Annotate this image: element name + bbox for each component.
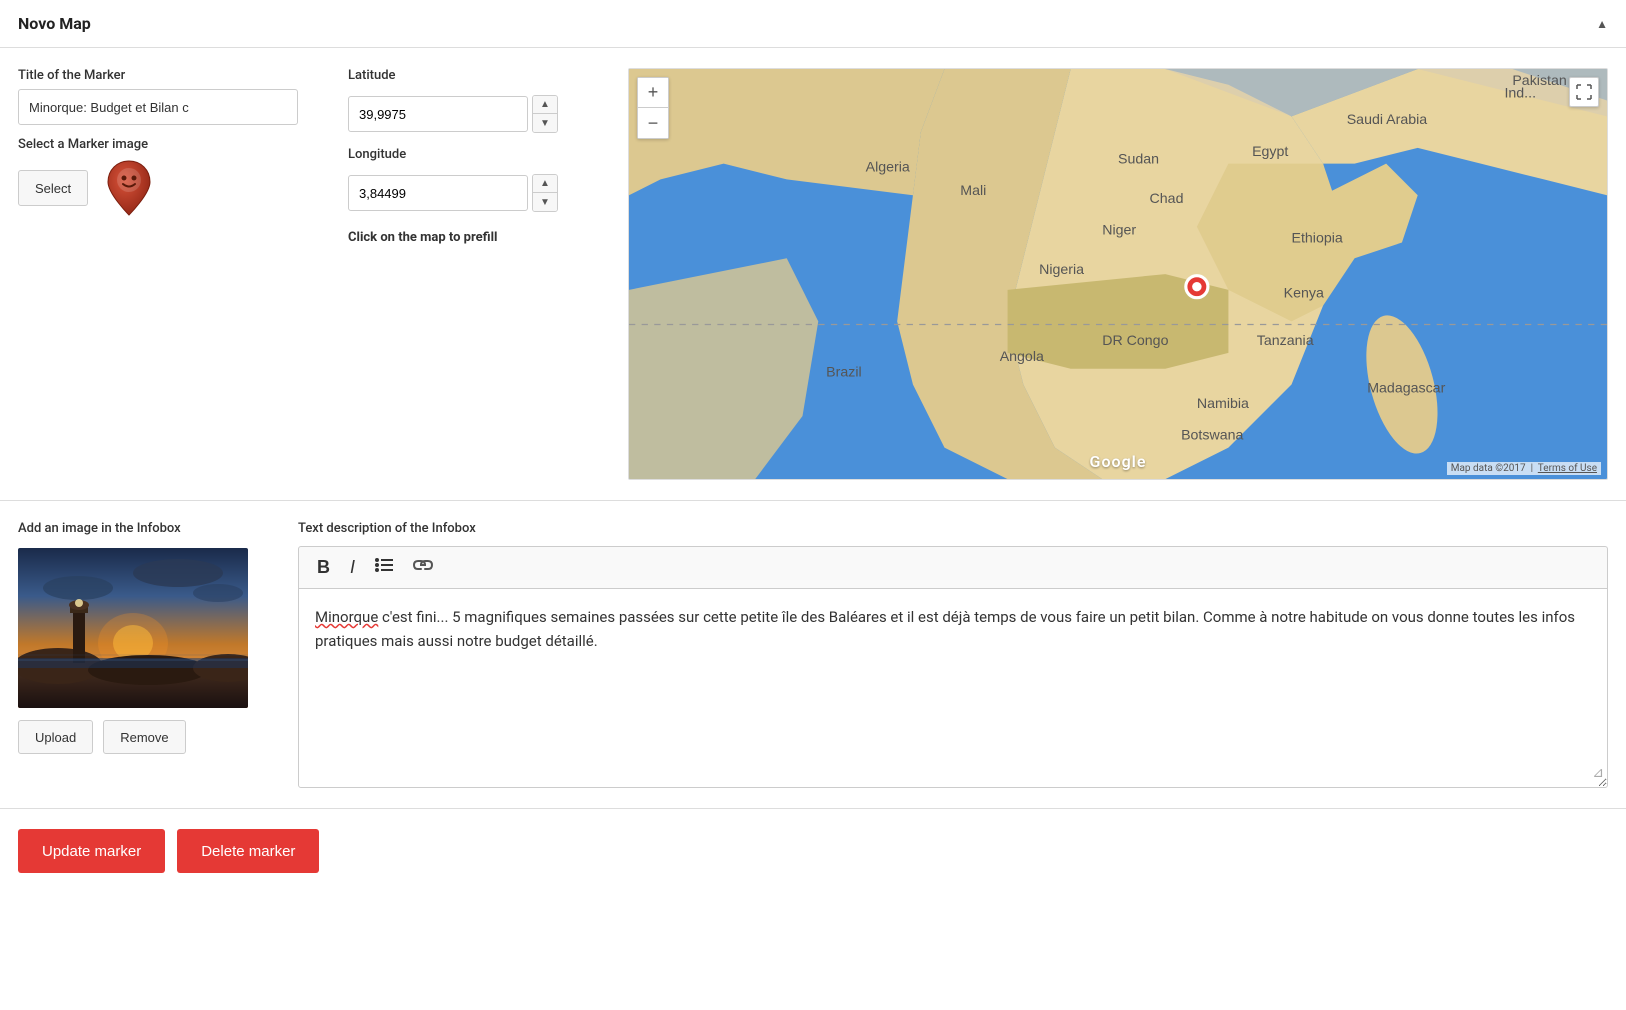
svg-text:Saudi Arabia: Saudi Arabia: [1347, 112, 1428, 128]
infobox-text-label: Text description of the Infobox: [298, 521, 1608, 536]
svg-text:DR Congo: DR Congo: [1102, 333, 1168, 349]
select-marker-image-label: Select a Marker image: [18, 137, 318, 152]
marker-pin-preview: [104, 158, 154, 218]
svg-text:Algeria: Algeria: [866, 160, 910, 176]
infobox-image-preview: [18, 548, 248, 708]
longitude-spinner: ▲ ▼: [532, 174, 558, 212]
select-marker-image-button[interactable]: Select: [18, 170, 88, 206]
infobox-text-column: Text description of the Infobox B I: [298, 521, 1608, 788]
latitude-input[interactable]: [348, 96, 528, 132]
link-button[interactable]: [407, 555, 439, 580]
marker-pin-svg: [106, 159, 152, 217]
latitude-up-button[interactable]: ▲: [533, 96, 557, 114]
update-marker-button[interactable]: Update marker: [18, 829, 165, 873]
panel-title: Novo Map: [18, 14, 91, 33]
longitude-label: Longitude: [348, 147, 598, 162]
infobox-image-label: Add an image in the Infobox: [18, 521, 268, 536]
svg-text:Brazil: Brazil: [826, 365, 861, 381]
svg-text:Kenya: Kenya: [1284, 286, 1324, 302]
actions-section: Update marker Delete marker: [0, 809, 1626, 893]
map-fullscreen-button[interactable]: [1569, 77, 1599, 107]
title-input[interactable]: [18, 89, 298, 125]
latitude-group: Latitude ▲ ▼: [348, 68, 598, 133]
editor-toolbar: B I: [298, 546, 1608, 588]
svg-text:Ethiopia: Ethiopia: [1292, 231, 1343, 247]
prefill-hint: Click on the map to prefill: [348, 230, 598, 245]
svg-text:Mali: Mali: [960, 183, 986, 199]
zoom-in-button[interactable]: +: [638, 78, 668, 108]
map-copyright: Map data ©2017: [1451, 463, 1526, 474]
marker-image-field-group: Select a Marker image Select: [18, 137, 318, 218]
title-label: Title of the Marker: [18, 68, 318, 83]
link-icon: [413, 557, 433, 573]
map-zoom-controls: + −: [637, 77, 669, 139]
svg-text:Madagascar: Madagascar: [1367, 380, 1445, 396]
bottom-section: Add an image in the Infobox: [0, 501, 1626, 809]
svg-text:Nigeria: Nigeria: [1039, 262, 1084, 278]
latitude-spinner: ▲ ▼: [532, 95, 558, 133]
collapse-icon[interactable]: ▲: [1596, 17, 1608, 31]
latitude-label: Latitude: [348, 68, 598, 83]
map-terms[interactable]: Terms of Use: [1538, 463, 1597, 474]
svg-text:Egypt: Egypt: [1252, 144, 1288, 160]
zoom-out-button[interactable]: −: [638, 108, 668, 138]
editor-content-area[interactable]: Minorque c'est fini... 5 magnifiques sem…: [298, 588, 1608, 788]
editor-body-text: c'est fini... 5 magnifiques semaines pas…: [315, 608, 1575, 650]
top-section: Title of the Marker Select a Marker imag…: [0, 48, 1626, 501]
mid-fields: Latitude ▲ ▼ Longitude ▲ ▼: [348, 68, 598, 480]
svg-text:Sudan: Sudan: [1118, 152, 1159, 168]
svg-text:Namibia: Namibia: [1197, 396, 1249, 412]
google-logo: Google: [1090, 452, 1147, 471]
latitude-down-button[interactable]: ▼: [533, 114, 557, 132]
svg-text:Chad: Chad: [1150, 191, 1184, 207]
bold-button[interactable]: B: [311, 555, 336, 580]
infobox-image-column: Add an image in the Infobox: [18, 521, 268, 788]
list-icon: [375, 557, 393, 573]
left-fields: Title of the Marker Select a Marker imag…: [18, 68, 318, 480]
rich-text-editor: B I: [298, 546, 1608, 788]
longitude-down-button[interactable]: ▼: [533, 193, 557, 211]
svg-text:Botswana: Botswana: [1181, 428, 1243, 444]
remove-button[interactable]: Remove: [103, 720, 185, 754]
title-field-group: Title of the Marker: [18, 68, 318, 125]
svg-text:Tanzania: Tanzania: [1257, 333, 1314, 349]
panel-header: Novo Map ▲: [0, 0, 1626, 48]
upload-remove-row: Upload Remove: [18, 720, 268, 754]
delete-marker-button[interactable]: Delete marker: [177, 829, 319, 873]
svg-text:Angola: Angola: [1000, 349, 1044, 365]
longitude-up-button[interactable]: ▲: [533, 175, 557, 193]
fullscreen-icon: [1576, 84, 1592, 100]
map-container[interactable]: DR Congo Angola Namibia Botswana Tanzani…: [628, 68, 1608, 480]
editor-first-word: Minorque: [315, 608, 378, 626]
marker-image-section: Select: [18, 158, 318, 218]
latitude-input-row: ▲ ▼: [348, 95, 598, 133]
infobox-image-svg: [18, 548, 248, 708]
svg-text:Pakistan: Pakistan: [1512, 73, 1566, 89]
longitude-group: Longitude ▲ ▼: [348, 147, 598, 212]
italic-button[interactable]: I: [344, 555, 361, 580]
map-footer: Map data ©2017 | Terms of Use: [1447, 462, 1601, 475]
map-svg: DR Congo Angola Namibia Botswana Tanzani…: [629, 69, 1607, 479]
longitude-input-row: ▲ ▼: [348, 174, 598, 212]
svg-text:Niger: Niger: [1102, 223, 1136, 239]
upload-button[interactable]: Upload: [18, 720, 93, 754]
resize-handle[interactable]: ⊿: [1592, 762, 1604, 784]
longitude-input[interactable]: [348, 175, 528, 211]
list-button[interactable]: [369, 555, 399, 580]
